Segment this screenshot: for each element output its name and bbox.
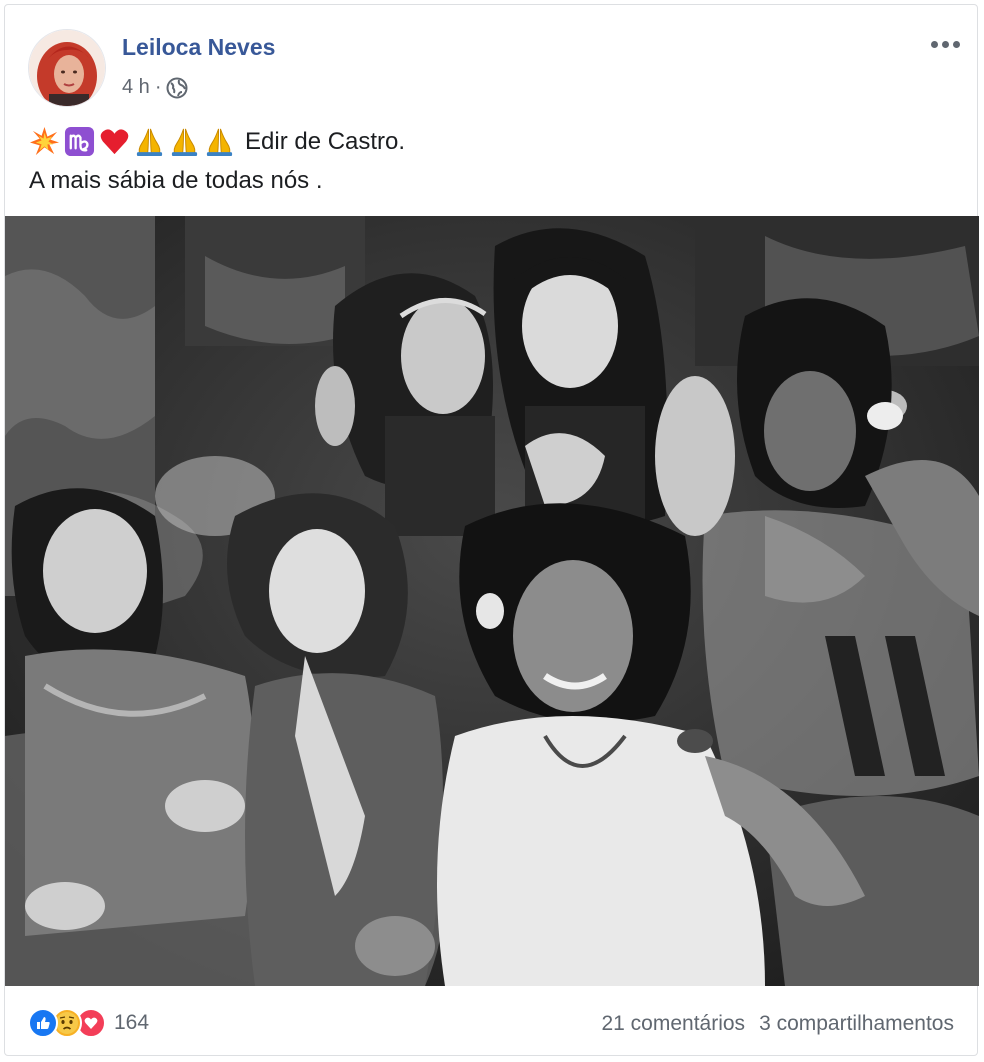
post-text-line-2: A mais sábia de todas nós . — [29, 167, 323, 194]
globe-icon[interactable] — [166, 77, 188, 99]
post-footer: 164 21 comentários 3 compartilhamentos — [0, 986, 984, 1062]
meta-separator: · — [154, 76, 162, 98]
reaction-count: 164 — [114, 1011, 150, 1034]
author-avatar[interactable] — [28, 29, 106, 107]
post-meta: 4 h · — [122, 76, 188, 99]
post-text-line-1-text: Edir de Castro. — [245, 128, 406, 155]
post-timestamp[interactable]: 4 h — [122, 76, 150, 99]
post-text: Edir de Castro. A mais sábia de todas nó… — [29, 122, 949, 200]
collision-emoji — [29, 126, 60, 156]
folded-hands-emoji — [206, 128, 233, 157]
like-icon — [28, 1008, 58, 1038]
folded-hands-emoji — [171, 128, 198, 157]
comments-count-link[interactable]: 21 comentários — [601, 1012, 745, 1036]
folded-hands-emoji — [136, 128, 163, 157]
reaction-summary[interactable]: 164 — [28, 1008, 149, 1038]
virgo-emoji — [64, 126, 95, 157]
shares-count-link[interactable]: 3 compartilhamentos — [759, 1012, 954, 1036]
engagement-counts: 21 comentários 3 compartilhamentos — [601, 1012, 954, 1036]
more-options-icon[interactable] — [924, 30, 966, 58]
author-name[interactable]: Leiloca Neves — [122, 34, 275, 61]
post-photo[interactable] — [5, 216, 979, 986]
red-heart-emoji — [100, 129, 129, 155]
post-text-line-1: Edir de Castro. — [29, 122, 949, 161]
